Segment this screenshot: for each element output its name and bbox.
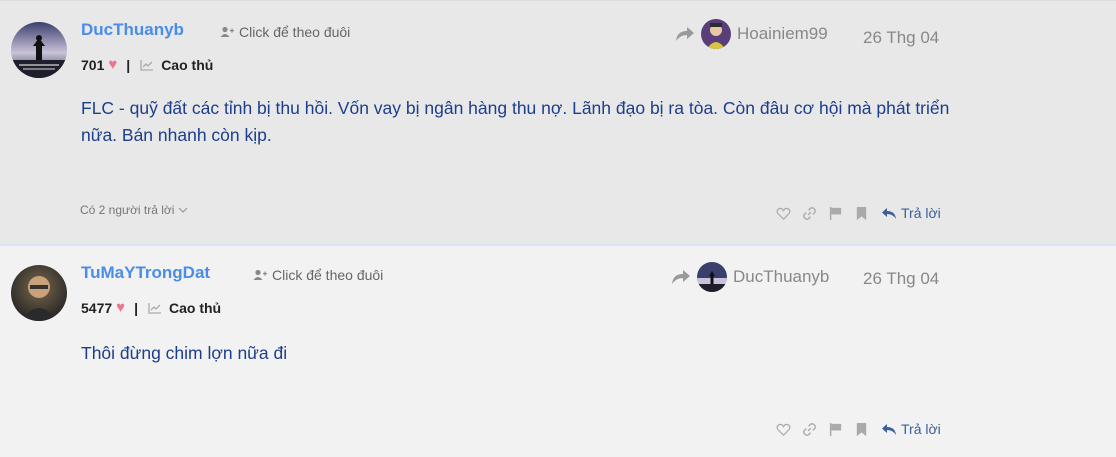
follow-button[interactable]: Click để theo đuôi bbox=[220, 24, 350, 40]
bookmark-icon[interactable] bbox=[853, 421, 869, 437]
user-plus-icon bbox=[253, 269, 267, 280]
reply-label: Trả lời bbox=[901, 421, 941, 437]
username[interactable]: DucThuanyb bbox=[81, 20, 184, 40]
share-arrow-icon bbox=[672, 270, 690, 284]
reply-icon bbox=[882, 207, 896, 219]
reply-button[interactable]: Trả lời bbox=[881, 421, 941, 437]
avatar[interactable] bbox=[11, 265, 67, 321]
replies-label: Có 2 người trả lời bbox=[80, 203, 175, 217]
post-date: 26 Thg 04 bbox=[863, 269, 940, 288]
follow-label: Click để theo đuôi bbox=[272, 267, 384, 283]
avatar[interactable] bbox=[11, 22, 67, 78]
divider: | bbox=[126, 56, 131, 73]
reply-to-username[interactable]: Hoainiem99 bbox=[737, 24, 828, 44]
reply-label: Trả lời bbox=[901, 205, 941, 221]
divider: | bbox=[134, 299, 138, 316]
avatar[interactable] bbox=[701, 19, 731, 49]
user-meta: 701 ♥ | Cao thủ bbox=[81, 56, 213, 73]
heart-icon: ♥ bbox=[108, 56, 118, 73]
comment-post: TuMaYTrongDat Click để theo đuôi 5477 ♥ … bbox=[0, 246, 1116, 457]
user-meta: 5477 ♥ | Cao thủ bbox=[81, 299, 221, 316]
post-content: FLC - quỹ đất các tỉnh bị thu hồi. Vốn v… bbox=[81, 98, 950, 145]
flag-icon[interactable] bbox=[827, 421, 843, 437]
link-icon[interactable] bbox=[801, 421, 817, 437]
user-plus-icon bbox=[220, 26, 234, 37]
replies-toggle[interactable]: Có 2 người trả lời bbox=[80, 203, 188, 217]
reply-button[interactable]: Trả lời bbox=[881, 205, 941, 221]
like-count: 701 bbox=[81, 56, 105, 73]
post-actions: Trả lời bbox=[775, 205, 941, 221]
reply-to-username[interactable]: DucThuanyb bbox=[733, 267, 829, 287]
follow-button[interactable]: Click để theo đuôi bbox=[253, 267, 383, 283]
post-actions: Trả lời bbox=[775, 421, 941, 437]
reply-to[interactable]: Hoainiem99 bbox=[675, 19, 828, 49]
chart-icon bbox=[140, 59, 154, 71]
bookmark-icon[interactable] bbox=[853, 205, 869, 221]
post-date: 26 Thg 04 bbox=[863, 28, 940, 47]
link-icon[interactable] bbox=[801, 205, 817, 221]
heart-icon: ♥ bbox=[116, 299, 126, 316]
rank-label: Cao thủ bbox=[168, 299, 222, 316]
share-arrow-icon bbox=[676, 27, 694, 41]
flag-icon[interactable] bbox=[827, 205, 843, 221]
post-content: Thôi đừng chim lợn nữa đi bbox=[81, 343, 288, 363]
comment-post: DucThuanyb Click để theo đuôi 701 ♥ | Ca… bbox=[0, 0, 1116, 244]
username[interactable]: TuMaYTrongDat bbox=[81, 263, 210, 283]
like-count: 5477 bbox=[81, 299, 113, 316]
follow-label: Click để theo đuôi bbox=[239, 24, 351, 40]
heart-outline-icon[interactable] bbox=[775, 205, 791, 221]
chart-icon bbox=[148, 302, 161, 314]
avatar[interactable] bbox=[697, 262, 727, 292]
reply-icon bbox=[882, 423, 896, 435]
reply-to[interactable]: DucThuanyb bbox=[671, 262, 829, 292]
heart-outline-icon[interactable] bbox=[775, 421, 791, 437]
chevron-down-icon bbox=[179, 207, 188, 213]
rank-label: Cao thủ bbox=[161, 56, 214, 73]
